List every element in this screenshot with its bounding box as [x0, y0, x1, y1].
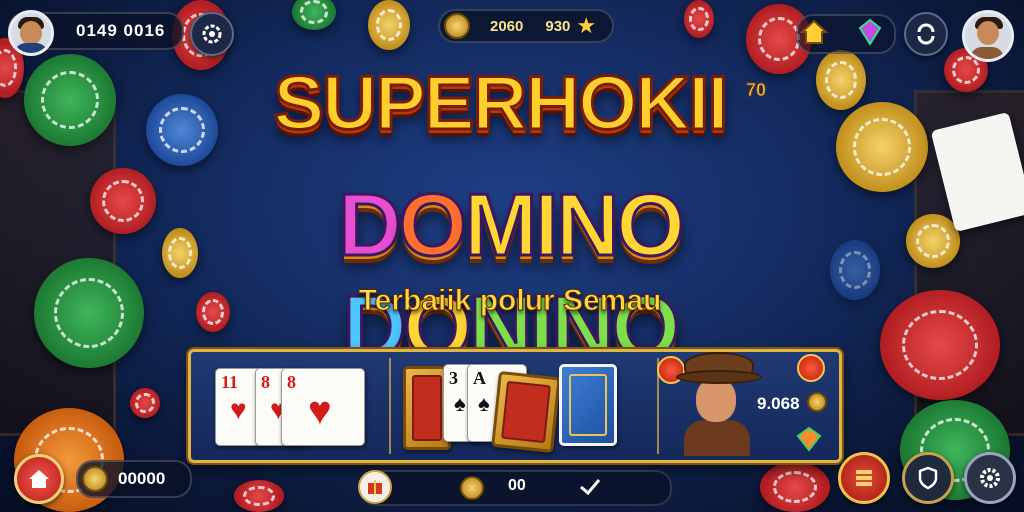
tagline: Terbaiik polur Semau	[358, 284, 662, 318]
character-portrait	[672, 348, 762, 456]
title-letter: O	[397, 174, 468, 276]
card-back[interactable]	[491, 370, 561, 454]
poker-chip-decor	[816, 50, 866, 110]
coin-icon	[82, 466, 108, 492]
shield-button[interactable]	[902, 452, 954, 504]
currency-pill[interactable]: 2060 930 ★	[438, 9, 614, 43]
player-balance: 0149 0016	[76, 21, 166, 40]
title-letters: MINO	[463, 174, 687, 276]
player-avatar[interactable]	[8, 10, 54, 56]
poker-chip-decor	[146, 94, 218, 166]
character-hat-brim	[676, 370, 762, 384]
title-letter: D	[337, 174, 404, 276]
card-suit: ♠	[454, 391, 466, 416]
title-superscript: 70	[745, 80, 767, 101]
poker-chip-decor	[368, 0, 410, 50]
stack-button[interactable]	[838, 452, 890, 504]
poker-chip-decor	[196, 292, 230, 332]
gift-button[interactable]	[358, 470, 392, 504]
settings-icon	[202, 24, 222, 44]
hero-value: 9.068	[757, 394, 800, 413]
gift-icon	[368, 480, 382, 494]
poker-chip-decor	[836, 102, 928, 192]
profile-avatar[interactable]	[962, 10, 1014, 62]
refresh-button[interactable]	[904, 12, 948, 56]
action-bar-value: 00	[508, 477, 526, 494]
poker-chip-decor	[162, 228, 198, 278]
card-rank: 3	[449, 368, 458, 388]
home-button[interactable]	[14, 454, 64, 504]
poker-chip-decor	[880, 290, 1000, 400]
poker-chip-decor	[90, 168, 156, 234]
card-suit: ♠	[478, 391, 490, 416]
stack-icon	[856, 470, 872, 486]
shield-icon	[918, 466, 938, 490]
home-icon[interactable]	[798, 16, 830, 48]
poker-chip-decor	[34, 258, 144, 368]
poker-chip-decor	[24, 54, 116, 146]
character-face	[696, 378, 736, 422]
coin-icon	[444, 13, 470, 39]
refresh-icon	[917, 23, 935, 45]
card-rank: 11	[221, 372, 239, 392]
panel-divider	[389, 358, 391, 454]
avatar-face	[977, 21, 999, 45]
poker-chip-decor	[906, 214, 960, 268]
poker-chip-decor	[130, 388, 160, 418]
gem-icon[interactable]	[795, 426, 823, 452]
card-back-pattern	[412, 375, 442, 441]
card-rank: A	[473, 368, 486, 388]
poker-chip-decor	[234, 480, 284, 512]
coin-icon	[807, 392, 827, 412]
avatar-face	[20, 21, 42, 45]
currency-value-1: 2060	[490, 17, 524, 35]
card-rank: 8	[261, 372, 270, 392]
star-icon: ★	[576, 13, 597, 39]
character-body	[684, 420, 750, 456]
gem-icon[interactable]	[854, 16, 886, 48]
hand-card[interactable]: 8 ♥	[281, 368, 365, 446]
poker-chip-decor	[292, 0, 336, 30]
poker-chip-decor	[830, 240, 880, 300]
card-suit: ♥	[308, 388, 332, 433]
game-title-line1: SUPERHOKII	[272, 60, 730, 148]
home-icon	[29, 470, 49, 488]
card-suit: ♥	[230, 395, 247, 426]
coins-value: 00000	[118, 469, 166, 488]
gear-icon	[980, 468, 1000, 488]
card-back-blue[interactable]	[559, 364, 617, 446]
poker-chip-decor	[760, 462, 830, 512]
currency-value-2: 930	[545, 17, 571, 35]
card-back-pattern	[569, 374, 607, 436]
check-icon[interactable]	[578, 474, 602, 498]
poker-chip-decor	[684, 0, 714, 38]
card-back-pattern	[501, 380, 551, 444]
settings-button[interactable]	[190, 12, 234, 56]
settings-gear-button[interactable]	[964, 452, 1016, 504]
reward-badge[interactable]	[797, 354, 825, 382]
card-rank: 8	[287, 372, 296, 392]
coins-pill[interactable]: 00000	[76, 460, 192, 498]
coin-icon	[460, 476, 484, 500]
